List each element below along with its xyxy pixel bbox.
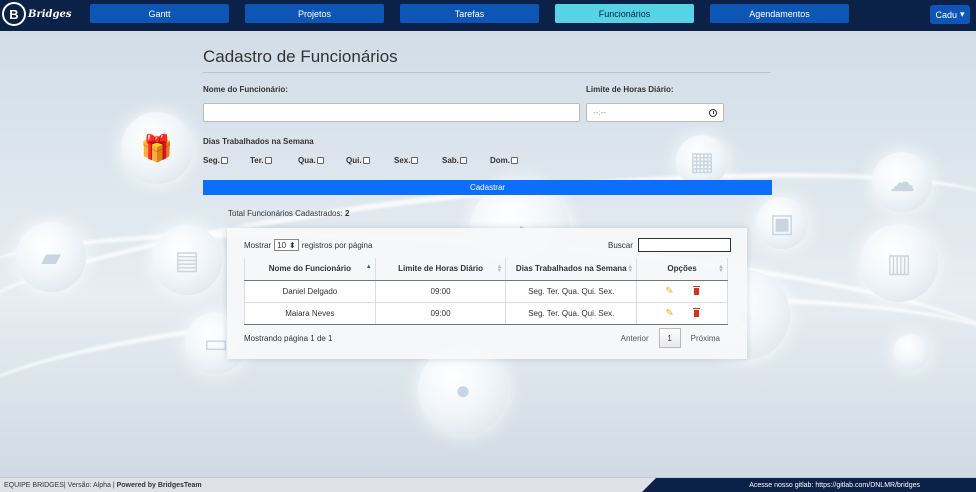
brand-logo-icon: B xyxy=(2,2,26,26)
user-name: Cadu xyxy=(935,9,957,20)
col-header-hours[interactable]: Limite de Horas Diário ▲ ▼ xyxy=(375,258,507,281)
sort-icon: ▲ ▼ xyxy=(627,264,634,274)
day-seg-checkbox[interactable] xyxy=(220,157,228,164)
col-header-days[interactable]: Dias Trabalhados na Semana ▲ ▼ xyxy=(505,258,638,281)
day-qui-label: Qui. xyxy=(346,156,362,165)
day-qua-checkbox[interactable] xyxy=(316,157,324,164)
col-header-days-label: Dias Trabalhados na Semana xyxy=(515,264,627,274)
search-label: Buscar xyxy=(608,240,633,250)
col-header-options-label: Opções xyxy=(667,264,697,274)
search-input[interactable] xyxy=(637,238,731,252)
day-seg: Seg. xyxy=(203,156,228,165)
day-dom-label: Dom. xyxy=(490,156,510,165)
select-arrow-icon: ⬍ xyxy=(289,240,296,250)
hours-label: Limite de Horas Diário: xyxy=(586,85,674,94)
table-header-row: Nome do Funcionário ▲ Limite de Horas Di… xyxy=(244,258,728,281)
day-sex-checkbox[interactable] xyxy=(411,157,419,164)
gitlab-link[interactable]: Acesse nosso gitlab: https://gitlab.com/… xyxy=(749,482,920,489)
cell-options: ✎ xyxy=(636,279,728,302)
search-control: Buscar xyxy=(608,238,731,252)
day-sex-label: Sex. xyxy=(394,156,411,165)
day-qua: Qua. xyxy=(298,156,324,165)
page-size-value: 10 xyxy=(277,240,287,250)
prev-page-button[interactable]: Anterior xyxy=(621,334,649,343)
user-menu-button[interactable]: Cadu ▾ xyxy=(930,5,970,24)
total-employees: Total Funcionários Cadastrados: 2 xyxy=(228,209,349,218)
name-input[interactable] xyxy=(203,103,580,122)
day-seg-label: Seg. xyxy=(203,156,220,165)
day-sab-label: Sab. xyxy=(442,156,459,165)
day-ter-label: Ter. xyxy=(250,156,264,165)
employees-table-panel: Mostrar 10 ⬍ registros por página Buscar… xyxy=(227,228,747,359)
col-header-name-label: Nome do Funcionário xyxy=(268,264,351,274)
hours-placeholder: --:-- xyxy=(593,108,606,117)
day-qui-checkbox[interactable] xyxy=(362,157,370,164)
nav-funcionarios-button[interactable]: Funcionários xyxy=(555,4,694,23)
footer-powered: Powered by BridgesTeam xyxy=(116,481,202,489)
nav-gantt-button[interactable]: Gantt xyxy=(90,4,229,23)
employees-table: Nome do Funcionário ▲ Limite de Horas Di… xyxy=(244,258,728,325)
sort-icon: ▲ ▼ xyxy=(496,264,503,274)
footer-version: | Versão: Alpha | xyxy=(63,481,115,489)
sort-icon: ▲ ▼ xyxy=(718,264,724,274)
clock-icon[interactable] xyxy=(709,108,717,117)
days-label: Dias Trabalhados na Semana xyxy=(203,137,314,146)
col-header-hours-label: Limite de Horas Diário xyxy=(398,264,484,274)
cell-days: Seg. Ter. Qua. Qui. Sex. xyxy=(505,279,638,302)
delete-trash-icon[interactable] xyxy=(692,285,700,295)
edit-pencil-icon[interactable]: ✎ xyxy=(665,286,673,297)
chevron-down-icon: ▾ xyxy=(959,9,965,19)
day-dom-checkbox[interactable] xyxy=(511,157,518,164)
col-header-name[interactable]: Nome do Funcionário ▲ xyxy=(244,258,376,281)
page-1-button[interactable]: 1 xyxy=(658,328,681,348)
cadastrar-button[interactable]: Cadastrar xyxy=(203,180,772,195)
nav-projetos-button[interactable]: Projetos xyxy=(245,4,384,23)
edit-pencil-icon[interactable]: ✎ xyxy=(665,308,673,319)
nav-agendamentos-button[interactable]: Agendamentos xyxy=(710,4,849,23)
per-page-label: registros por página xyxy=(301,240,373,250)
total-label: Total Funcionários Cadastrados: xyxy=(228,209,343,218)
cell-options: ✎ xyxy=(636,301,728,325)
pagination: Anterior 1 Próxima xyxy=(621,328,720,348)
delete-trash-icon[interactable] xyxy=(692,307,700,317)
sort-asc-icon: ▲ xyxy=(365,264,372,270)
next-page-button[interactable]: Próxima xyxy=(691,334,720,343)
footer-team: EQUIPE BRIDGES xyxy=(4,481,64,489)
title-divider xyxy=(203,72,771,73)
page-size-select[interactable]: 10 ⬍ xyxy=(274,239,299,251)
footer-credits: EQUIPE BRIDGES| Versão: Alpha | Powered … xyxy=(0,482,202,489)
footer-gitlab-banner: Acesse nosso gitlab: https://gitlab.com/… xyxy=(642,478,976,492)
hours-time-input[interactable]: --:-- xyxy=(586,103,724,122)
day-ter-checkbox[interactable] xyxy=(264,157,272,164)
day-ter: Ter. xyxy=(250,156,272,165)
day-sab-checkbox[interactable] xyxy=(459,157,467,164)
total-value: 2 xyxy=(344,209,350,218)
page-size-control: Mostrar 10 ⬍ registros por página xyxy=(244,239,372,251)
name-label: Nome do Funcionário: xyxy=(203,85,288,94)
cell-hours: 09:00 xyxy=(375,301,507,325)
page-footer: EQUIPE BRIDGES| Versão: Alpha | Powered … xyxy=(0,477,976,492)
day-dom: Dom. xyxy=(490,156,518,165)
day-qua-label: Qua. xyxy=(298,156,316,165)
brand-name: Bridges xyxy=(28,8,72,20)
day-qui: Qui. xyxy=(346,156,370,165)
table-row: Daniel Delgado 09:00 Seg. Ter. Qua. Qui.… xyxy=(244,279,728,302)
col-header-options[interactable]: Opções ▲ ▼ xyxy=(636,258,728,281)
cell-name: Daniel Delgado xyxy=(244,279,376,302)
top-navbar: B Bridges Gantt Projetos Tarefas Funcion… xyxy=(0,0,976,31)
cell-hours: 09:00 xyxy=(375,279,507,302)
day-sex: Sex. xyxy=(394,156,419,165)
day-sab: Sab. xyxy=(442,156,467,165)
show-label: Mostrar xyxy=(244,240,272,250)
table-row: Maiara Neves 09:00 Seg. Ter. Qua. Qui. S… xyxy=(244,301,728,325)
nav-tarefas-button[interactable]: Tarefas xyxy=(400,4,539,23)
brand-logo[interactable]: B Bridges xyxy=(2,2,72,26)
cell-name: Maiara Neves xyxy=(244,301,376,325)
page-title: Cadastro de Funcionários xyxy=(203,47,398,66)
cell-days: Seg. Ter. Qua. Qui. Sex. xyxy=(505,301,638,325)
pagination-info: Mostrando página 1 de 1 xyxy=(244,334,333,343)
